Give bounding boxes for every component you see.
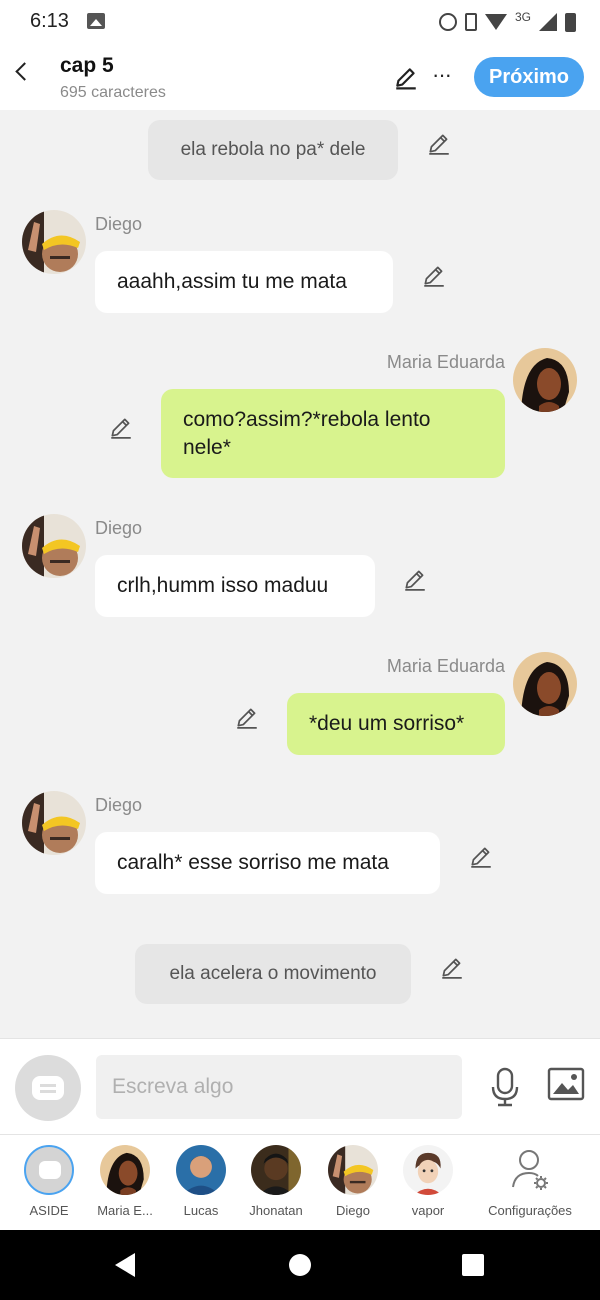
message-bubble[interactable]: caralh* esse sorriso me mata xyxy=(95,832,440,894)
page-title: cap 5 xyxy=(60,54,114,77)
edit-pencil-icon[interactable] xyxy=(393,64,419,90)
narration-text: ela acelera o movimento xyxy=(169,963,377,984)
edit-message-icon[interactable] xyxy=(426,130,452,156)
next-button[interactable]: Próximo xyxy=(474,57,584,97)
edit-message-icon[interactable] xyxy=(108,414,134,440)
settings-nav-item[interactable]: Configurações xyxy=(480,1145,580,1229)
network-type-label: 3G xyxy=(514,10,531,24)
avatar-vapor xyxy=(403,1145,453,1195)
message-bubble[interactable]: crlh,humm isso maduu xyxy=(95,555,375,617)
character-lucas[interactable]: Lucas xyxy=(161,1145,241,1229)
avatar-maria-eduarda xyxy=(513,652,577,716)
image-attach-icon[interactable] xyxy=(547,1067,585,1101)
character-label: Diego xyxy=(336,1203,370,1218)
system-recents-icon[interactable] xyxy=(462,1254,484,1276)
message-author: Diego xyxy=(95,518,143,538)
vibrate-icon xyxy=(464,13,477,31)
character-label: vapor xyxy=(411,1203,445,1218)
message-text: crlh,humm isso maduu xyxy=(117,574,329,597)
character-label: Jhonatan xyxy=(249,1203,303,1218)
status-bar: 6:13 3G xyxy=(0,0,600,46)
message-author: Maria Eduarda xyxy=(386,656,505,676)
character-label: Maria E... xyxy=(97,1203,153,1218)
battery-icon xyxy=(565,12,576,32)
more-options-icon[interactable]: ··· xyxy=(432,62,452,88)
message-input[interactable] xyxy=(96,1055,462,1119)
edit-message-icon[interactable] xyxy=(468,843,494,869)
avatar-jhonatan xyxy=(251,1145,301,1195)
system-back-icon[interactable] xyxy=(115,1253,135,1277)
chat-area: ela rebola no pa* dele Diego aaahh,assim… xyxy=(0,110,600,1038)
character-count: 695 caracteres xyxy=(60,84,166,101)
character-diego[interactable]: Diego xyxy=(313,1145,393,1229)
narration-message[interactable]: ela acelera o movimento xyxy=(135,944,411,1004)
message-text: como?assim?*rebola lento nele* xyxy=(183,408,431,459)
avatar-maria-eduarda xyxy=(513,348,577,412)
character-maria-eduarda[interactable]: Maria E... xyxy=(85,1145,165,1229)
edit-message-icon[interactable] xyxy=(421,262,447,288)
message-author: Maria Eduarda xyxy=(386,352,505,372)
narrator-toggle-button[interactable] xyxy=(15,1055,81,1121)
character-aside[interactable]: ASIDE xyxy=(9,1145,89,1229)
system-home-icon[interactable] xyxy=(289,1254,311,1276)
character-vapor[interactable]: vapor xyxy=(388,1145,468,1229)
edit-message-icon[interactable] xyxy=(234,704,260,730)
message-author: Diego xyxy=(95,214,143,234)
settings-label: Configurações xyxy=(488,1203,572,1218)
top-app-bar: cap 5 695 caracteres ··· Próximo xyxy=(0,46,600,110)
system-navigation-bar xyxy=(0,1230,600,1300)
signal-icon xyxy=(539,13,557,31)
back-arrow-icon[interactable] xyxy=(10,58,36,84)
avatar-diego xyxy=(328,1145,378,1195)
user-settings-icon xyxy=(512,1150,548,1190)
chat-bubble-icon xyxy=(32,1076,64,1100)
avatar-lucas xyxy=(176,1145,226,1195)
gallery-notification-icon xyxy=(87,13,105,29)
message-composer xyxy=(0,1038,600,1134)
edit-message-icon[interactable] xyxy=(402,566,428,592)
avatar-diego xyxy=(22,210,86,274)
character-jhonatan[interactable]: Jhonatan xyxy=(236,1145,316,1229)
message-text: caralh* esse sorriso me mata xyxy=(117,851,389,874)
microphone-icon[interactable] xyxy=(488,1067,522,1107)
chat-bubble-icon xyxy=(39,1161,61,1179)
wifi-icon xyxy=(484,14,507,30)
avatar-maria-eduarda xyxy=(100,1145,150,1195)
alarm-icon xyxy=(438,13,457,31)
message-author: Diego xyxy=(95,795,143,815)
message-bubble[interactable]: como?assim?*rebola lento nele* xyxy=(161,389,505,478)
character-selector: ASIDE Maria E... Lucas Jhonatan Diego va… xyxy=(0,1134,600,1230)
narration-text: ela rebola no pa* dele xyxy=(180,139,366,160)
edit-message-icon[interactable] xyxy=(439,954,465,980)
aside-avatar xyxy=(24,1145,74,1195)
avatar-diego xyxy=(22,514,86,578)
narration-message[interactable]: ela rebola no pa* dele xyxy=(148,120,398,180)
message-text: aaahh,assim tu me mata xyxy=(117,270,347,293)
system-icons: 3G xyxy=(438,10,576,34)
status-time: 6:13 xyxy=(30,10,69,32)
message-bubble[interactable]: *deu um sorriso* xyxy=(287,693,505,755)
character-label: Lucas xyxy=(183,1203,219,1218)
character-label: ASIDE xyxy=(29,1203,69,1218)
message-text: *deu um sorriso* xyxy=(309,712,465,735)
message-bubble[interactable]: aaahh,assim tu me mata xyxy=(95,251,393,313)
avatar-diego xyxy=(22,791,86,855)
